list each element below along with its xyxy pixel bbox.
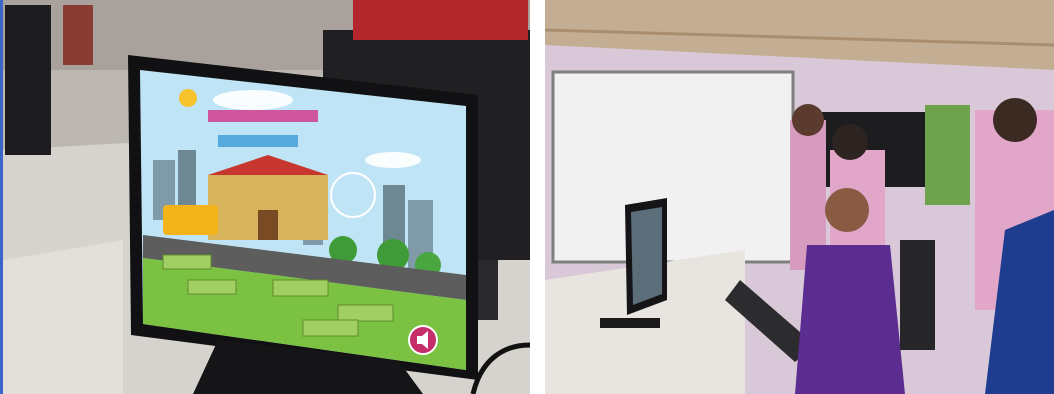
game-title-line-1 (208, 110, 318, 122)
game-title-line-2 (218, 135, 298, 147)
background-monitor-left (5, 5, 51, 155)
game-screen (140, 70, 466, 370)
game-menu-button (337, 304, 394, 322)
game-menu-button (272, 279, 329, 297)
right-photo (545, 0, 1054, 394)
cloud (365, 152, 421, 168)
game-menu-button (162, 254, 212, 270)
computer-screen (631, 207, 662, 305)
game-menu-button (302, 319, 359, 337)
person-head (993, 98, 1037, 142)
sun-icon (179, 89, 197, 107)
person-head (832, 124, 868, 160)
left-photo (0, 0, 530, 394)
game-menu-button (187, 279, 237, 295)
right-photo-scene (545, 0, 1054, 394)
chair (900, 240, 935, 350)
school-bus (163, 205, 218, 235)
person-head (792, 104, 824, 136)
desk-highlight (3, 240, 123, 394)
seated-man-head (825, 188, 869, 232)
monitor-stand (600, 318, 660, 328)
seated-man-shirt (795, 245, 905, 394)
red-chair (353, 0, 528, 40)
cloud (213, 90, 293, 110)
background-object (63, 5, 93, 65)
left-photo-scene (3, 0, 530, 394)
whiteboard (551, 70, 795, 264)
window (925, 105, 970, 205)
school-door (258, 210, 278, 240)
